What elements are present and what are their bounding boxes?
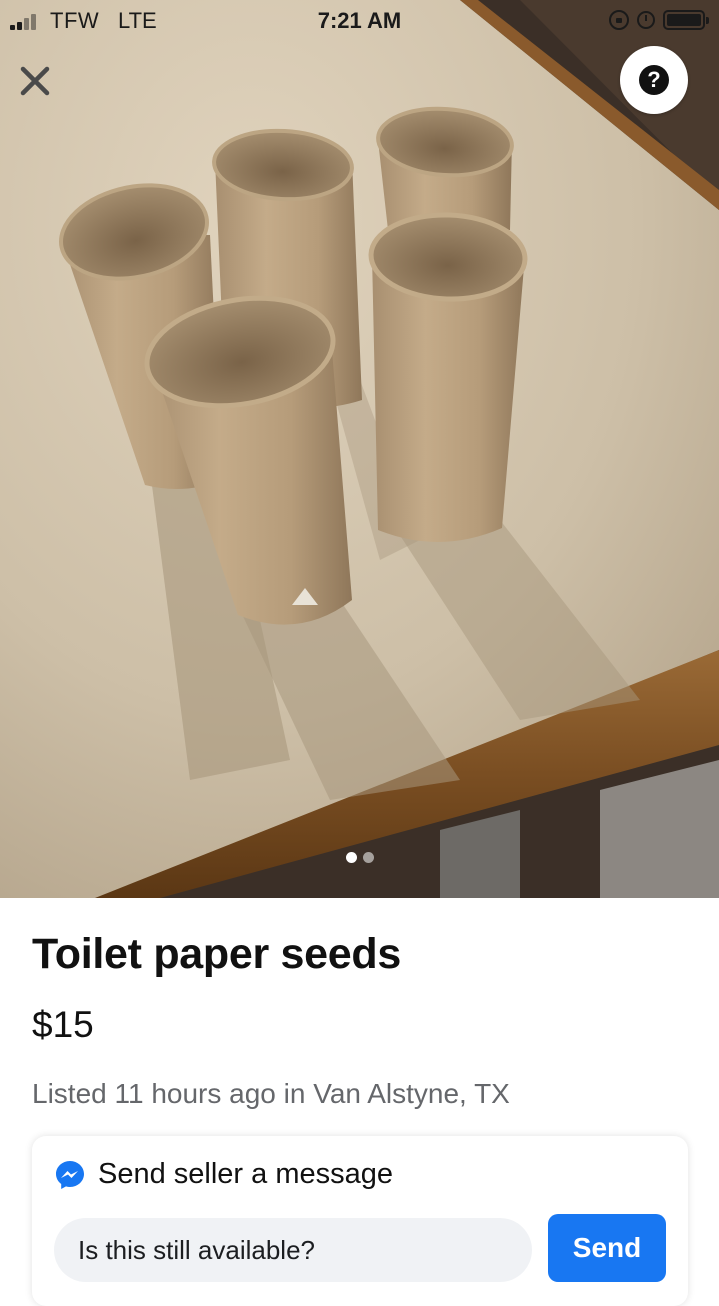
card-title: Send seller a message [98, 1158, 393, 1190]
alarm-icon [637, 11, 655, 29]
message-input[interactable] [54, 1218, 532, 1282]
help-button[interactable]: ? [620, 46, 688, 114]
listing-title: Toilet paper seeds [32, 930, 401, 978]
messenger-icon [56, 1160, 84, 1189]
card-header: Send seller a message [54, 1158, 393, 1191]
close-button[interactable] [14, 60, 56, 102]
battery-icon [663, 10, 709, 30]
listing-photo[interactable]: TFW LTE 7:21 AM ? [0, 0, 719, 898]
send-message-card: Send seller a message Send [32, 1136, 688, 1306]
send-button[interactable]: Send [548, 1214, 666, 1282]
photo-pager [0, 852, 719, 863]
help-icon: ? [639, 65, 669, 95]
listing-meta: Listed 11 hours ago in Van Alstyne, TX [32, 1078, 510, 1109]
listing-price: $15 [32, 1004, 94, 1045]
status-icons [609, 8, 709, 32]
status-bar: TFW LTE 7:21 AM [0, 0, 719, 40]
close-icon [20, 66, 50, 96]
pager-dot-2[interactable] [362, 852, 374, 863]
rotation-lock-icon [609, 10, 629, 30]
photo-of-cardboard-tubes [0, 0, 719, 898]
pager-dot-1[interactable] [345, 852, 357, 863]
